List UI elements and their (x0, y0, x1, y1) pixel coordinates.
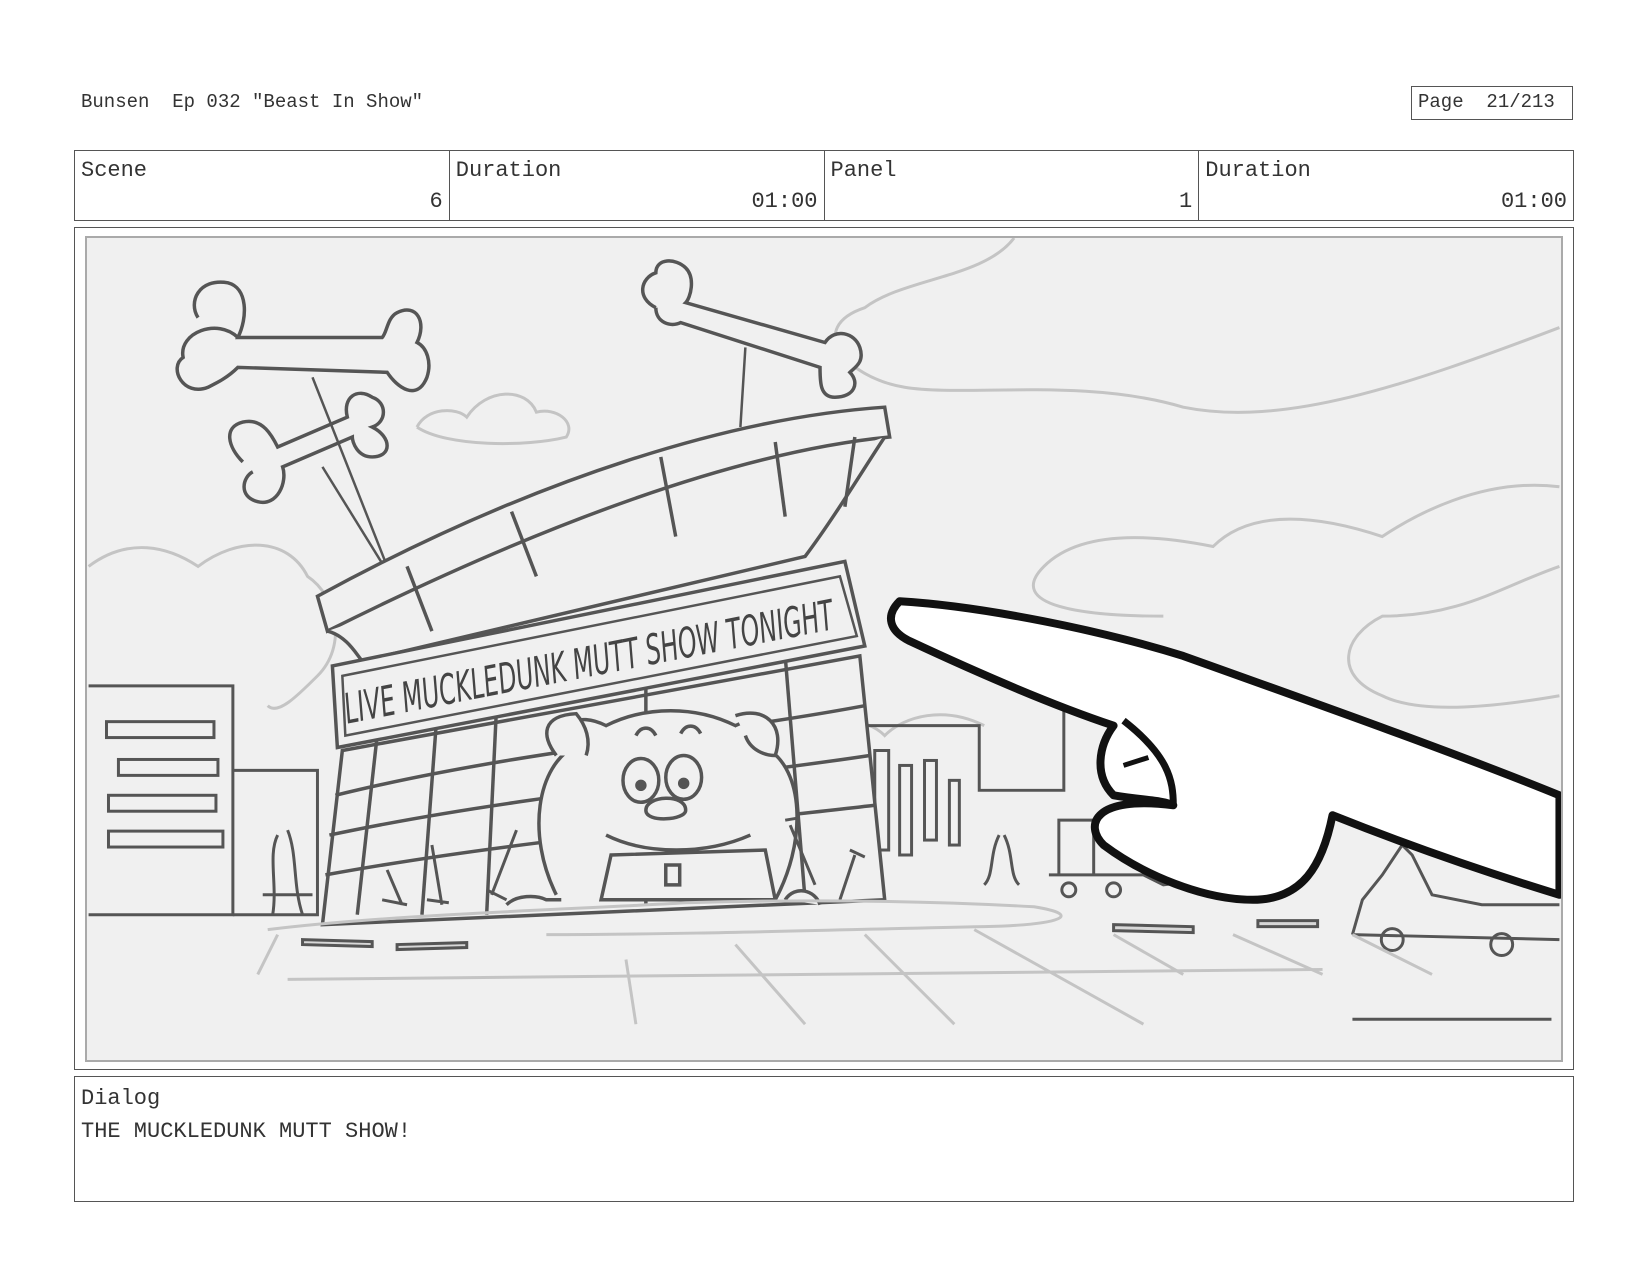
panel-cell: Panel 1 (825, 151, 1200, 220)
storyboard-panel: LIVE MUCKLEDUNK MUTT SHOW TONIGHT (74, 227, 1574, 1070)
dialog-text: THE MUCKLEDUNK MUTT SHOW! (81, 1119, 412, 1144)
panel-label: Panel (830, 158, 897, 183)
pointing-hand (887, 597, 1561, 904)
episode-title: Bunsen Ep 032 "Beast In Show" (81, 91, 424, 113)
panel-duration-cell: Duration 01:00 (1199, 151, 1573, 220)
panel-drawing: LIVE MUCKLEDUNK MUTT SHOW TONIGHT (85, 236, 1563, 1062)
scene-label: Scene (81, 158, 148, 183)
scene-cell: Scene 6 (75, 151, 450, 220)
page-indicator: Page 21/213 (1411, 86, 1573, 120)
sign-bones (175, 259, 863, 504)
dialog-label: Dialog (81, 1086, 161, 1111)
scene-value: 6 (429, 189, 443, 214)
parking-curbs (301, 919, 1320, 952)
panel-duration-label: Duration (1205, 158, 1311, 183)
left-building (88, 684, 319, 917)
scene-duration-value: 01:00 (751, 189, 818, 214)
dog-entrance (505, 708, 822, 907)
scene-duration-cell: Duration 01:00 (450, 151, 825, 220)
panel-value: 1 (1179, 189, 1193, 214)
dialog-box: Dialog THE MUCKLEDUNK MUTT SHOW! (74, 1076, 1574, 1202)
sketch-illustration: LIVE MUCKLEDUNK MUTT SHOW TONIGHT (87, 238, 1561, 1026)
scene-duration-label: Duration (455, 158, 562, 183)
panel-duration-value: 01:00 (1500, 189, 1567, 214)
info-row: Scene 6 Duration 01:00 Panel 1 Duration … (74, 150, 1574, 221)
